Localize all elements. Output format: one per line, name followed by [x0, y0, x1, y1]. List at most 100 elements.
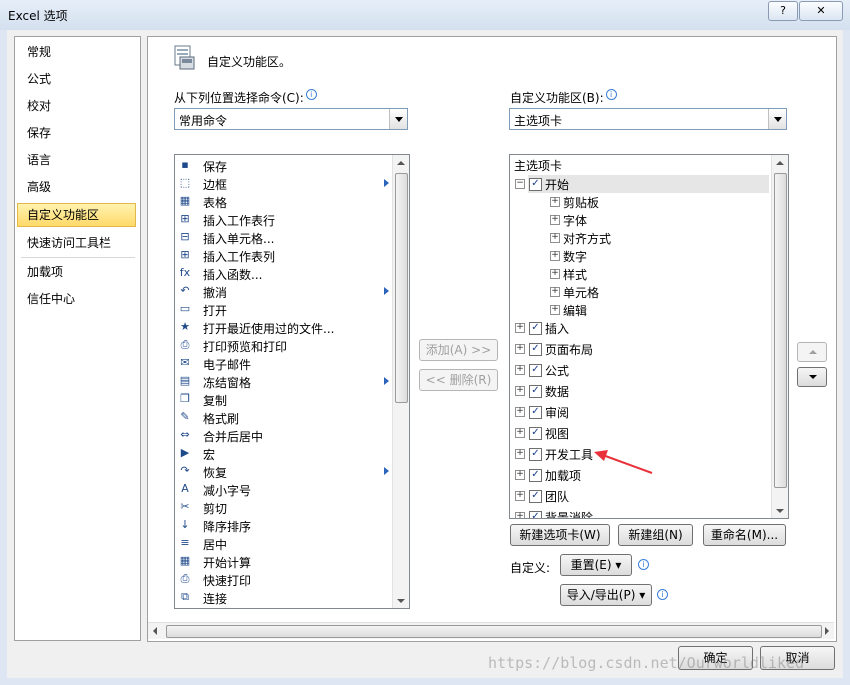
command-list-item[interactable]: ⇔ 合并后居中 [175, 427, 409, 445]
chevron-down-icon[interactable] [389, 109, 407, 129]
scroll-up-icon[interactable] [776, 161, 784, 165]
expand-icon[interactable]: + [550, 215, 560, 225]
command-list-item[interactable]: ↓ 降序排序 [175, 517, 409, 535]
ribbon-tree-scrollbar[interactable] [771, 155, 788, 518]
expand-icon[interactable]: + [515, 407, 525, 417]
command-list-item[interactable]: ✉ 电子邮件 [175, 355, 409, 373]
tab-checkbox[interactable]: ✓ [529, 469, 542, 482]
tab-checkbox[interactable]: ✓ [529, 511, 542, 518]
ribbon-group-item[interactable]: 对齐方式 [563, 230, 611, 247]
commands-list[interactable]: ▪ 保存 ⬚ 边框 ▦ 表格 ⊞ 插入工作表行 ⊟ 插入单元格... ⊞ 插入工作表列 fx 插入函数..… [174, 154, 410, 609]
ribbon-tab-item[interactable]: 视图 [545, 425, 569, 442]
commands-scrollbar[interactable] [392, 155, 409, 608]
scroll-down-icon[interactable] [776, 509, 784, 513]
remove-button[interactable]: << 删除(R) [419, 369, 498, 391]
command-list-item[interactable]: ⊞ 插入工作表列 [175, 247, 409, 265]
command-list-item[interactable]: ★ 打开最近使用过的文件... [175, 319, 409, 337]
chevron-down-icon[interactable] [768, 109, 786, 129]
expand-icon[interactable]: + [515, 323, 525, 333]
expand-icon[interactable]: + [550, 269, 560, 279]
choose-commands-combo[interactable]: 常用命令 [174, 108, 408, 130]
ribbon-tab-item[interactable]: 数据 [545, 383, 569, 400]
ribbon-tab-item[interactable]: 开始 [545, 176, 569, 193]
ribbon-tab-item[interactable]: 页面布局 [545, 341, 593, 358]
collapse-icon[interactable]: − [515, 179, 525, 189]
nav-item-language[interactable]: 语言 [27, 149, 51, 171]
expand-icon[interactable]: + [550, 287, 560, 297]
nav-item-formulas[interactable]: 公式 [27, 68, 51, 90]
command-list-item[interactable]: fx 插入函数... [175, 265, 409, 283]
tab-checkbox[interactable]: ✓ [529, 490, 542, 503]
expand-icon[interactable]: + [515, 428, 525, 438]
ribbon-group-item[interactable]: 字体 [563, 212, 587, 229]
import-export-button[interactable]: 导入/导出(P) ▾ [560, 584, 652, 606]
command-list-item[interactable]: ▦ 开始计算 [175, 553, 409, 571]
command-list-item[interactable]: ↷ 恢复 [175, 463, 409, 481]
expand-icon[interactable]: + [550, 305, 560, 315]
expand-icon[interactable]: + [515, 491, 525, 501]
nav-item-proofing[interactable]: 校对 [27, 95, 51, 117]
command-list-item[interactable]: ▦ 表格 [175, 193, 409, 211]
command-list-item[interactable]: A 减小字号 [175, 481, 409, 499]
scroll-up-icon[interactable] [397, 161, 405, 165]
ribbon-tab-item[interactable]: 加载项 [545, 467, 581, 484]
ribbon-tab-item[interactable]: 审阅 [545, 404, 569, 421]
nav-item-customize-ribbon[interactable]: 自定义功能区 [27, 204, 99, 226]
ribbon-group-item[interactable]: 编辑 [563, 302, 587, 319]
reset-button[interactable]: 重置(E) ▾ [560, 554, 632, 576]
expand-icon[interactable]: + [550, 233, 560, 243]
move-up-button[interactable] [797, 342, 827, 362]
tab-checkbox[interactable]: ✓ [529, 427, 542, 440]
help-button[interactable]: ? [768, 1, 798, 21]
expand-icon[interactable]: + [550, 251, 560, 261]
expand-icon[interactable]: + [515, 470, 525, 480]
add-button[interactable]: 添加(A) >> [419, 339, 498, 361]
command-list-item[interactable]: ↶ 撤消 [175, 283, 409, 301]
command-list-item[interactable]: ❐ 复制 [175, 391, 409, 409]
ribbon-group-item[interactable]: 数字 [563, 248, 587, 265]
nav-item-save[interactable]: 保存 [27, 122, 51, 144]
command-list-item[interactable]: ⬚ 边框 [175, 175, 409, 193]
tab-checkbox[interactable]: ✓ [529, 385, 542, 398]
ribbon-group-item[interactable]: 样式 [563, 266, 587, 283]
nav-item-advanced[interactable]: 高级 [27, 176, 51, 198]
tab-checkbox[interactable]: ✓ [529, 364, 542, 377]
tab-checkbox[interactable]: ✓ [529, 343, 542, 356]
nav-item-general[interactable]: 常规 [27, 41, 51, 63]
nav-item-addins[interactable]: 加载项 [27, 261, 63, 283]
command-list-item[interactable]: ▪ 保存 [175, 157, 409, 175]
command-list-item[interactable]: ⧉ 连接 [175, 589, 409, 607]
scrollbar-thumb[interactable] [166, 625, 822, 638]
expand-icon[interactable]: + [515, 365, 525, 375]
command-list-item[interactable]: ⊞ 插入工作表行 [175, 211, 409, 229]
expand-icon[interactable]: + [515, 449, 525, 459]
expand-icon[interactable]: + [550, 197, 560, 207]
expand-icon[interactable]: + [515, 344, 525, 354]
nav-item-quick-access-toolbar[interactable]: 快速访问工具栏 [27, 232, 111, 254]
scroll-right-icon[interactable] [825, 627, 829, 635]
command-list-item[interactable]: ≡ 居中 [175, 535, 409, 553]
nav-item-trust-center[interactable]: 信任中心 [27, 288, 75, 310]
command-list-item[interactable]: ⎙ 快速打印 [175, 571, 409, 589]
expand-icon[interactable]: + [515, 512, 525, 518]
ribbon-group-item[interactable]: 剪贴板 [563, 194, 599, 211]
ribbon-tab-item[interactable]: 背景消除 [545, 509, 593, 518]
tab-checkbox[interactable]: ✓ [529, 178, 542, 191]
command-list-item[interactable]: ✂ 剪切 [175, 499, 409, 517]
scrollbar-thumb[interactable] [395, 173, 408, 403]
expand-icon[interactable]: + [515, 386, 525, 396]
command-list-item[interactable]: ✎ 格式刷 [175, 409, 409, 427]
scroll-down-icon[interactable] [397, 599, 405, 603]
close-button[interactable]: ✕ [799, 1, 843, 21]
tab-checkbox[interactable]: ✓ [529, 406, 542, 419]
scroll-left-icon[interactable] [153, 627, 157, 635]
tab-checkbox[interactable]: ✓ [529, 448, 542, 461]
command-list-item[interactable]: ▭ 打开 [175, 301, 409, 319]
command-list-item[interactable]: ⊟ 插入单元格... [175, 229, 409, 247]
ribbon-group-item[interactable]: 单元格 [563, 284, 599, 301]
ribbon-tab-item[interactable]: 团队 [545, 488, 569, 505]
command-list-item[interactable]: ▤ 冻结窗格 [175, 373, 409, 391]
command-list-item[interactable]: ⎙ 打印预览和打印 [175, 337, 409, 355]
ribbon-tab-item[interactable]: 插入 [545, 320, 569, 337]
ribbon-tab-item[interactable]: 开发工具 [545, 446, 593, 463]
